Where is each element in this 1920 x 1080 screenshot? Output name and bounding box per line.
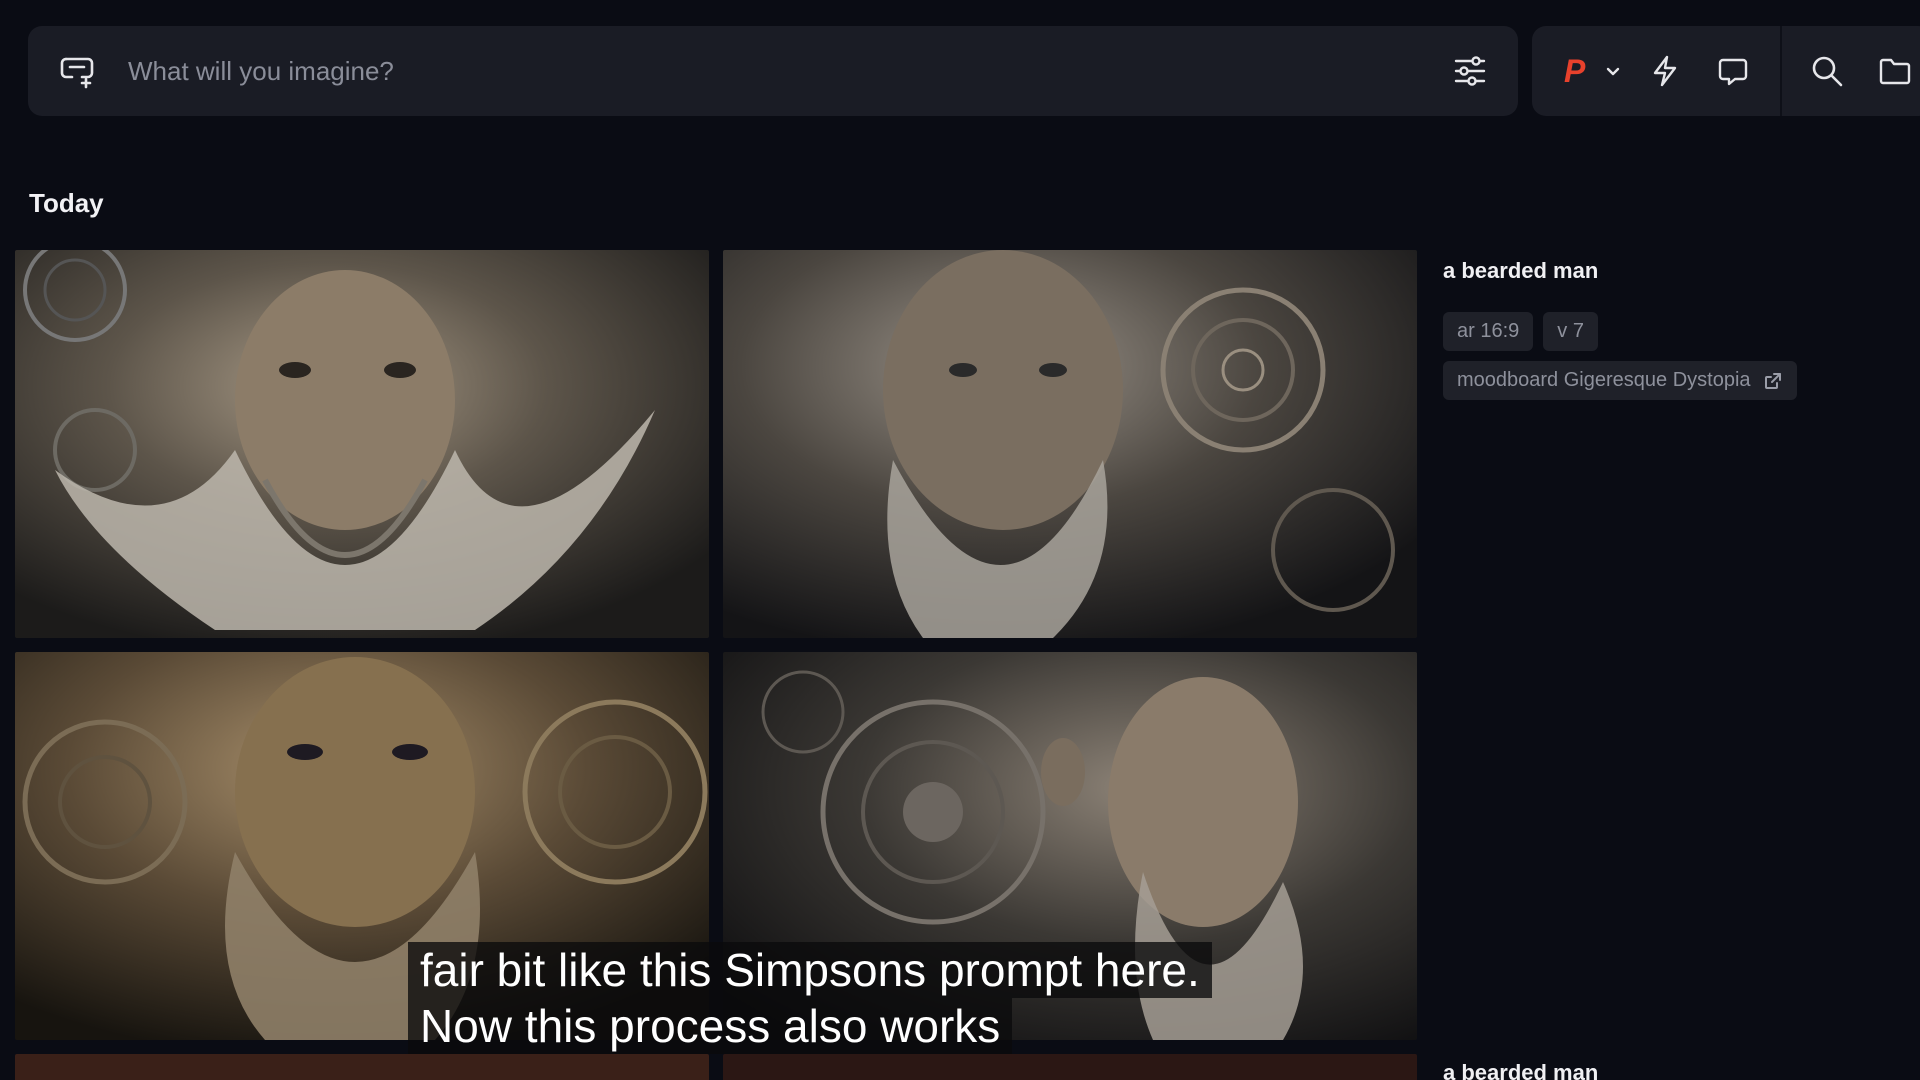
folder-icon — [1879, 58, 1911, 85]
settings-sliders-icon[interactable] — [1452, 53, 1488, 89]
chat-button[interactable] — [1716, 26, 1750, 116]
search-icon — [1812, 56, 1843, 87]
job-prompt[interactable]: a bearded man — [1443, 258, 1903, 284]
toolbar-divider — [1780, 26, 1782, 116]
bolt-icon — [1653, 55, 1677, 87]
caption-line-2: Now this process also works — [408, 998, 1013, 1054]
video-caption: fair bit like this Simpsons prompt here.… — [408, 942, 1212, 1054]
generated-image[interactable] — [723, 250, 1417, 638]
prompt-bar — [28, 26, 1518, 116]
folder-button[interactable] — [1878, 26, 1912, 116]
chat-icon — [1718, 58, 1748, 86]
section-title: Today — [29, 188, 104, 218]
search-button[interactable] — [1810, 26, 1844, 116]
param-chip-aspect-ratio[interactable]: ar 16:9 — [1443, 312, 1534, 351]
moodboard-label: moodboard Gigeresque Dystopia — [1457, 369, 1751, 391]
prompt-input[interactable] — [128, 55, 1432, 87]
external-link-icon — [1764, 372, 1781, 389]
profile-menu-button[interactable]: P — [1564, 26, 1622, 116]
generated-image[interactable] — [15, 1054, 709, 1080]
parameter-chips: ar 16:9 v 7 — [1443, 312, 1903, 351]
job-prompt-2[interactable]: a bearded man — [1443, 1060, 1598, 1080]
moodboard-chip[interactable]: moodboard Gigeresque Dystopia — [1443, 361, 1797, 400]
prompt-icon[interactable] — [58, 51, 98, 91]
top-toolbar: P — [1532, 26, 1920, 116]
chevron-down-icon — [1606, 67, 1620, 76]
profile-logo: P — [1564, 52, 1586, 89]
generated-image[interactable] — [723, 1054, 1417, 1080]
fast-mode-button[interactable] — [1648, 26, 1682, 116]
caption-line-1: fair bit like this Simpsons prompt here. — [408, 942, 1212, 998]
param-chip-version[interactable]: v 7 — [1543, 312, 1598, 351]
generated-image[interactable] — [15, 250, 709, 638]
job-info-panel: a bearded man ar 16:9 v 7 moodboard Gige… — [1443, 258, 1903, 400]
page: P Today — [0, 0, 1920, 1080]
